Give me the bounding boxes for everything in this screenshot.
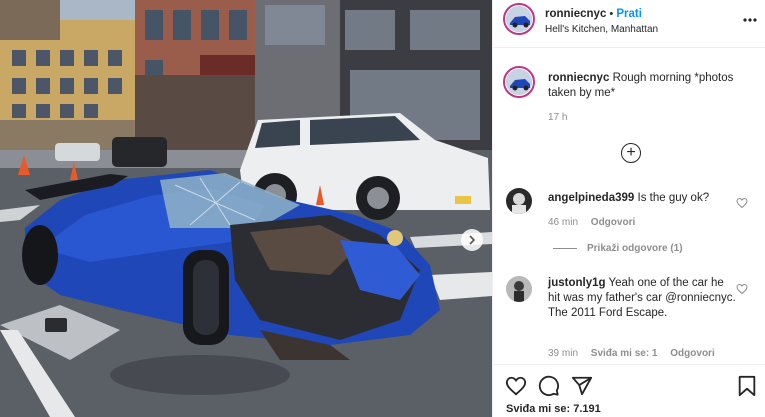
view-replies-label: Prikaži odgovore (1): [587, 243, 683, 254]
reply-button[interactable]: Odgovori: [591, 217, 635, 228]
follow-button[interactable]: Prati: [616, 8, 642, 20]
caption-username[interactable]: ronniecnyc: [548, 72, 609, 84]
car-avatar-image: [506, 6, 532, 32]
avatar-image: [506, 276, 532, 302]
street-crash-photo: [0, 0, 492, 417]
author-avatar[interactable]: [503, 3, 535, 35]
author-username[interactable]: ronniecnyc: [545, 8, 606, 20]
reply-button[interactable]: Odgovori: [670, 348, 714, 359]
bookmark-icon[interactable]: [737, 375, 757, 397]
comment-time[interactable]: 39 min: [548, 348, 578, 359]
next-photo-button[interactable]: [461, 229, 483, 251]
load-more-comments-button[interactable]: +: [621, 143, 641, 163]
caption: ronniecnyc Rough morning *photos taken b…: [548, 71, 748, 101]
more-options-button[interactable]: [743, 14, 757, 26]
comment-item: angelpineda399 Is the guy ok?: [548, 191, 738, 206]
comment-username[interactable]: justonly1g: [548, 277, 606, 289]
heart-icon[interactable]: [736, 197, 748, 209]
caption-time[interactable]: 17 h: [548, 112, 567, 123]
comment-username[interactable]: angelpineda399: [548, 192, 634, 204]
post-location[interactable]: Hell's Kitchen, Manhattan: [545, 24, 658, 35]
post-side-panel: ronniecnyc • Prati Hell's Kitchen, Manha…: [492, 0, 765, 417]
more-horizontal-icon: [743, 18, 757, 22]
comment-text: Is the guy ok?: [637, 192, 710, 204]
caption-avatar[interactable]: [503, 66, 535, 98]
car-avatar-image: [506, 69, 532, 95]
heart-icon[interactable]: [505, 375, 527, 397]
commenter-avatar[interactable]: [506, 188, 532, 214]
replies-divider: [553, 248, 577, 249]
avatar-image: [506, 188, 532, 214]
comment-time[interactable]: 46 min: [548, 217, 578, 228]
likes-count[interactable]: Sviđa mi se: 7.191: [506, 403, 601, 415]
share-icon[interactable]: [571, 375, 593, 397]
comment-likes[interactable]: Sviđa mi se: 1: [591, 348, 658, 359]
commenter-avatar[interactable]: [506, 276, 532, 302]
heart-icon[interactable]: [736, 283, 748, 295]
comment-item: justonly1g Yeah one of the car he hit wa…: [548, 276, 738, 321]
dot-separator: •: [609, 8, 614, 20]
comment-icon[interactable]: [538, 375, 560, 397]
comment-meta: 46 min Odgovori: [548, 217, 635, 228]
post-header: ronniecnyc • Prati Hell's Kitchen, Manha…: [493, 0, 765, 48]
view-replies-button[interactable]: Prikaži odgovore (1): [553, 243, 683, 254]
plus-circle-icon: +: [626, 144, 636, 161]
post-photo[interactable]: [0, 0, 492, 417]
comment-meta: 39 min Sviđa mi se: 1 Odgovori: [548, 348, 715, 359]
chevron-right-icon: [469, 235, 476, 245]
